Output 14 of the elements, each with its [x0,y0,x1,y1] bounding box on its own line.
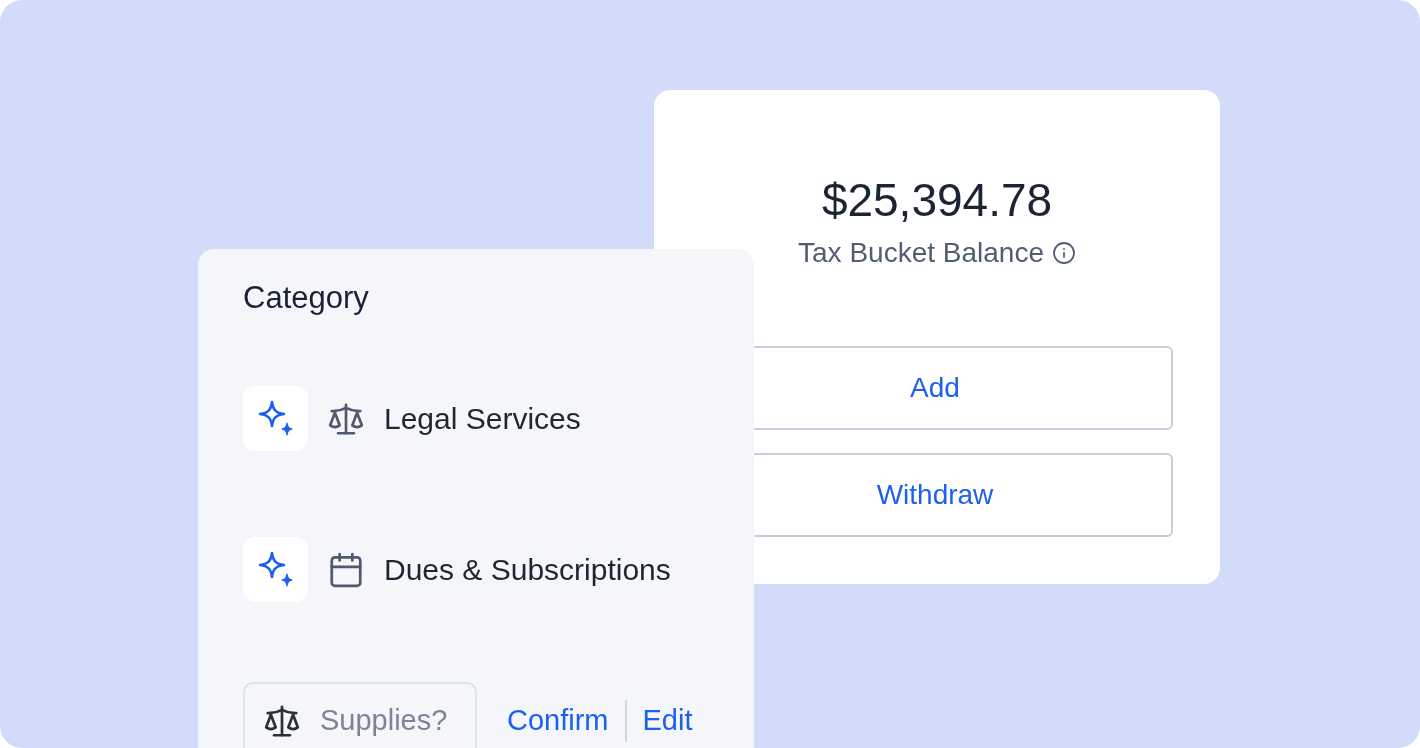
suggestion-chip[interactable]: Supplies? [243,682,477,748]
link-button[interactable]: Edit [642,699,693,743]
sparkle-tile[interactable] [243,537,308,602]
suggestion-label: Supplies? [320,703,448,739]
action-button[interactable]: Withdraw [754,453,1173,537]
balance-label: Tax Bucket Balance [798,236,1044,270]
link-button[interactable]: Confirm [507,699,609,743]
category-title: Category [243,279,370,317]
category-label[interactable]: Dues & Subscriptions [384,547,671,592]
sparkle-tile[interactable] [243,386,308,451]
category-label[interactable]: Legal Services [384,396,581,441]
info-icon[interactable] [1051,241,1076,265]
action-button[interactable]: Add [754,346,1173,430]
balance-amount: $25,394.78 [821,174,1053,226]
